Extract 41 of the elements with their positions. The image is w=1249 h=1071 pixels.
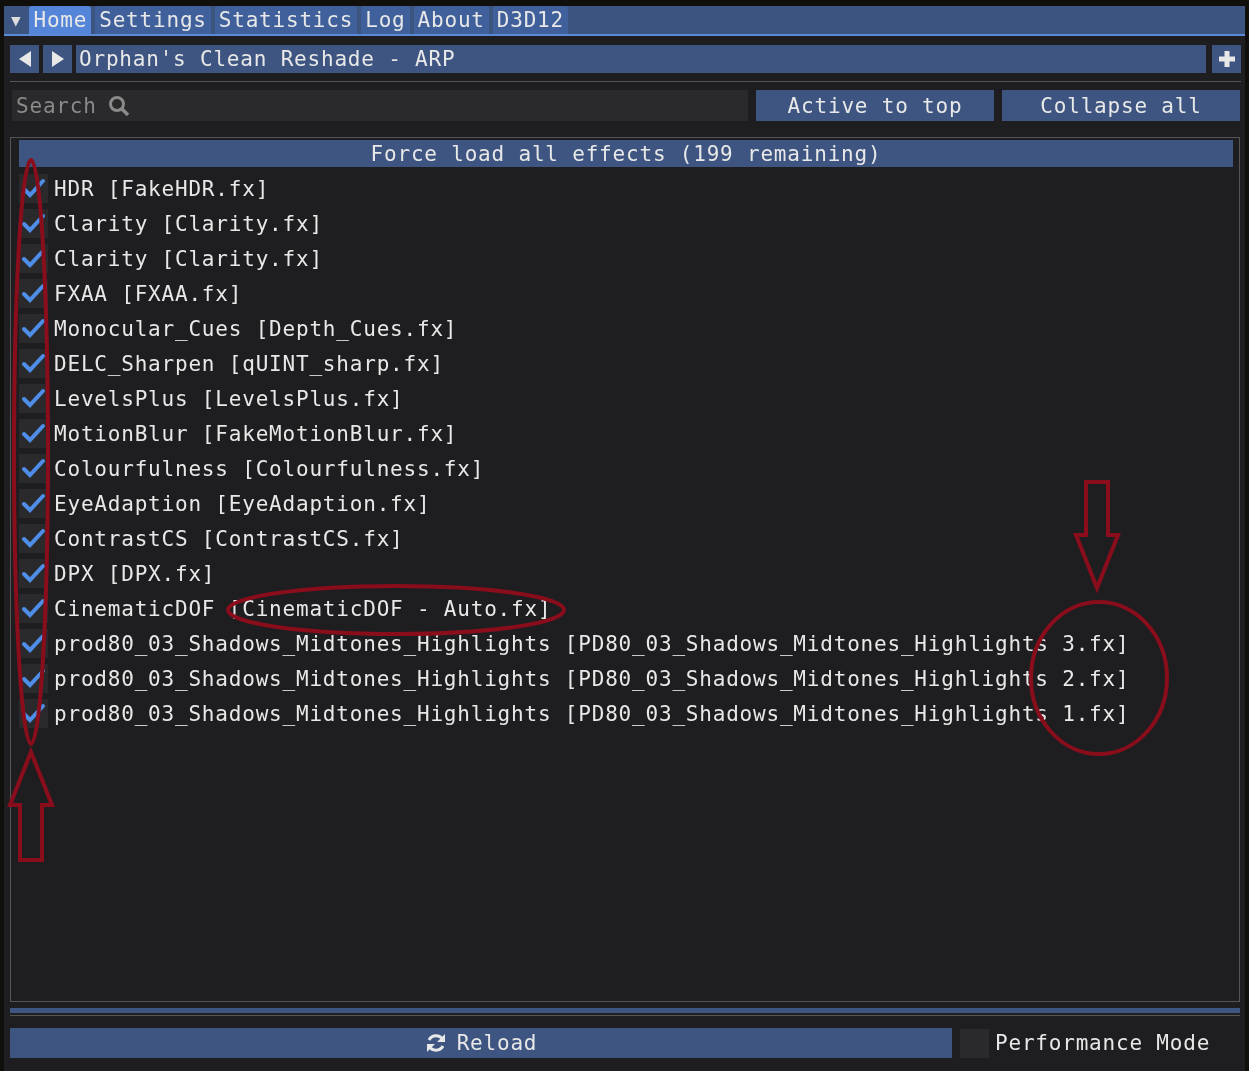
effect-label[interactable]: MotionBlur [FakeMotionBlur.fx] bbox=[54, 421, 458, 446]
effect-label[interactable]: CinematicDOF [CinematicDOF - Auto.fx] bbox=[54, 596, 552, 621]
tab[interactable]: Settings bbox=[95, 6, 211, 34]
effect-label[interactable]: Clarity [Clarity.fx] bbox=[54, 246, 323, 271]
effect-label[interactable]: Colourfulness [Colourfulness.fx] bbox=[54, 456, 485, 481]
right-triangle-icon bbox=[49, 50, 66, 68]
effect-label[interactable]: LevelsPlus [LevelsPlus.fx] bbox=[54, 386, 404, 411]
effect-label[interactable]: ContrastCS [ContrastCS.fx] bbox=[54, 526, 404, 551]
plus-icon bbox=[1217, 50, 1236, 68]
search-icon bbox=[108, 95, 130, 117]
effect-label[interactable]: prod80_03_Shadows_Midtones_Highlights [PD80_03_Shadows_Midtones_Highlights 3.fx] bbox=[54, 631, 1130, 656]
checkbox[interactable] bbox=[19, 489, 48, 518]
menu-toggle[interactable]: ▼ bbox=[7, 6, 26, 34]
effect-label[interactable]: prod80_03_Shadows_Midtones_Highlights [PD80_03_Shadows_Midtones_Highlights 2.fx] bbox=[54, 666, 1130, 691]
effect-label[interactable]: DPX [DPX.fx] bbox=[54, 561, 216, 586]
refresh-icon bbox=[424, 1032, 447, 1054]
effect-label[interactable]: Monocular_Cues [Depth_Cues.fx] bbox=[54, 316, 458, 341]
previous-button[interactable] bbox=[10, 45, 39, 73]
toolbar-button[interactable]: Collapse all bbox=[1002, 90, 1240, 121]
toolbar-button[interactable]: Active to top bbox=[756, 90, 994, 121]
effect-label[interactable]: HDR [FakeHDR.fx] bbox=[54, 176, 270, 201]
tab[interactable]: Log bbox=[361, 6, 410, 34]
tab[interactable]: Statistics bbox=[214, 6, 358, 34]
preset-selector[interactable]: Orphan's Clean Reshade - ARP bbox=[76, 45, 1206, 73]
scrollbar[interactable] bbox=[10, 1008, 1240, 1013]
effect-label[interactable]: Clarity [Clarity.fx] bbox=[54, 211, 323, 236]
checkbox[interactable] bbox=[19, 454, 48, 483]
effect-label[interactable]: prod80_03_Shadows_Midtones_Highlights [PD80_03_Shadows_Midtones_Highlights 1.fx] bbox=[54, 701, 1130, 726]
next-button[interactable] bbox=[43, 45, 72, 73]
force-load-button[interactable]: Force load all effects (199 remaining) bbox=[19, 140, 1233, 167]
checkbox-label: Performance Mode bbox=[995, 1031, 1211, 1055]
checkbox[interactable] bbox=[19, 384, 48, 413]
tab[interactable]: About bbox=[413, 6, 489, 34]
add-button[interactable] bbox=[1212, 45, 1241, 73]
effect-label[interactable]: FXAA [FXAA.fx] bbox=[54, 281, 243, 306]
effect-label[interactable]: DELC_Sharpen [qUINT_sharp.fx] bbox=[54, 351, 444, 376]
tab[interactable]: D3D12 bbox=[492, 6, 568, 34]
reload-button[interactable]: Reload bbox=[10, 1028, 952, 1058]
search-field[interactable]: Search bbox=[12, 90, 748, 121]
effect-label[interactable]: EyeAdaption [EyeAdaption.fx] bbox=[54, 491, 431, 516]
checkbox[interactable] bbox=[19, 419, 48, 448]
